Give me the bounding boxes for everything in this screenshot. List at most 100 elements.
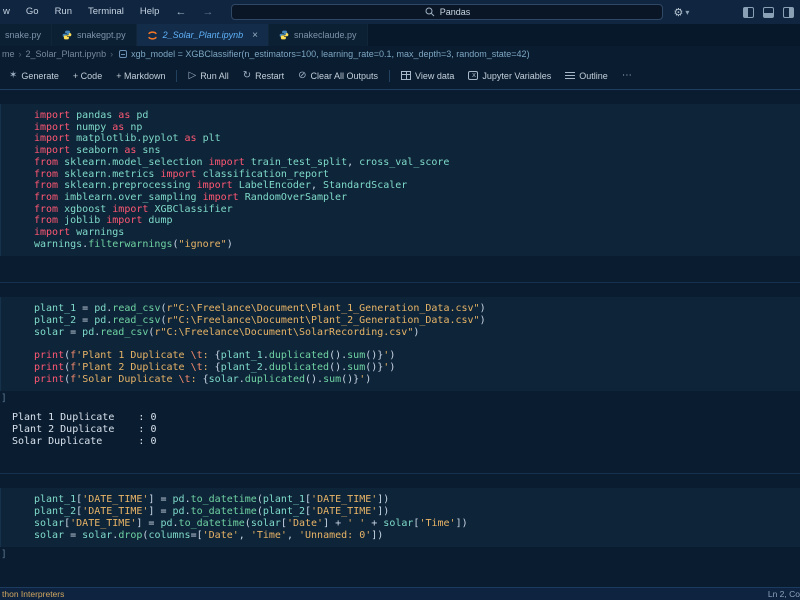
view-data-label: View data	[415, 71, 454, 81]
output-line: Solar Duplicate : 0	[12, 436, 792, 448]
sparkle-icon: ✶	[9, 71, 17, 81]
code-line: import seaborn as sns	[34, 145, 792, 157]
add-code-cell-button[interactable]: + Code	[66, 71, 109, 81]
breadcrumb-symbol[interactable]: xgb_model = XGBClassifier(n_estimators=1…	[131, 49, 529, 59]
code-line: from joblib import dump	[34, 215, 792, 227]
breadcrumb: me › 2_Solar_Plant.ipynb › xgb_model = X…	[0, 46, 800, 62]
forward-button[interactable]: →	[194, 6, 221, 18]
code-line: plant_1['DATE_TIME'] = pd.to_datetime(pl…	[34, 494, 792, 506]
code-line: import matplotlib.pyplot as plt	[34, 133, 792, 145]
jupyter-variables-label: Jupyter Variables	[482, 71, 551, 81]
jupyter-variables-button[interactable]: Jupyter Variables	[461, 71, 558, 81]
code-line: from sklearn.model_selection import trai…	[34, 157, 792, 169]
tab-label: snakeclaude.py	[294, 30, 357, 40]
notebook-icon	[147, 30, 158, 41]
view-data-button[interactable]: View data	[394, 71, 461, 81]
symbol-variable-icon	[119, 50, 127, 58]
code-line: from xgboost import XGBClassifier	[34, 204, 792, 216]
toggle-panel-icon[interactable]	[763, 7, 774, 18]
code-line: solar['DATE_TIME'] = pd.to_datetime(sola…	[34, 518, 792, 530]
title-bar: w Go Run Terminal Help ← → Pandas ⚙ ▾	[0, 0, 800, 24]
search-value: Pandas	[440, 7, 471, 17]
search-icon	[425, 7, 435, 17]
code-line: plant_2['DATE_TIME'] = pd.to_datetime(pl…	[34, 506, 792, 518]
settings-button[interactable]: ⚙ ▾	[673, 6, 689, 19]
code-line: from imblearn.over_sampling import Rando…	[34, 192, 792, 204]
clear-all-outputs-button[interactable]: ⊘ Clear All Outputs	[291, 71, 385, 81]
code-line: from sklearn.preprocessing import LabelE…	[34, 180, 792, 192]
restart-icon: ↻	[243, 71, 251, 81]
code-line: solar = solar.drop(columns=['Date', 'Tim…	[34, 530, 792, 542]
more-actions-button[interactable]: ⋯	[615, 71, 639, 81]
code-line: plant_1 = pd.read_csv(r"C:\Freelance\Doc…	[34, 303, 792, 315]
outline-label: Outline	[579, 71, 608, 81]
tab-label: snakegpt.py	[77, 30, 126, 40]
toolbar-divider	[389, 70, 390, 82]
tab-label: 2_Solar_Plant.ipynb	[163, 30, 244, 40]
menu-view[interactable]: w	[0, 0, 18, 24]
execution-count-bracket: ]	[0, 549, 800, 560]
titlebar-actions: ⚙ ▾	[673, 6, 794, 19]
notebook-code-cell[interactable]: import pandas as pdimport numpy as npimp…	[0, 104, 800, 256]
cursor-position-status[interactable]: Ln 2, Co	[768, 589, 800, 599]
generate-button[interactable]: ✶ Generate	[2, 71, 66, 81]
code-line: import pandas as pd	[34, 110, 792, 122]
tab-snakegpt-py[interactable]: snakegpt.py	[52, 24, 137, 46]
python-interpreters-status[interactable]: thon Interpreters	[2, 589, 64, 599]
add-code-label: + Code	[73, 71, 102, 81]
menu-bar: w Go Run Terminal Help	[0, 0, 167, 24]
execution-count-bracket: ]	[0, 393, 800, 404]
code-line: print(f'Plant 2 Duplicate \t: {plant_2.d…	[34, 362, 792, 374]
tab-label: snake.py	[5, 30, 41, 40]
cell-output[interactable]: Plant 1 Duplicate : 0Plant 2 Duplicate :…	[0, 404, 800, 447]
menu-run[interactable]: Run	[47, 0, 80, 24]
output-line: Plant 2 Duplicate : 0	[12, 424, 792, 436]
outline-icon	[565, 71, 575, 80]
notebook-editor[interactable]: import pandas as pdimport numpy as npimp…	[0, 90, 800, 587]
tab-2-solar-plant-ipynb[interactable]: 2_Solar_Plant.ipynb ×	[137, 24, 269, 46]
chevron-right-icon: ›	[15, 49, 26, 59]
chevron-down-icon: ▾	[685, 8, 689, 17]
close-tab-icon[interactable]: ×	[252, 30, 258, 41]
notebook-code-cell[interactable]: plant_1 = pd.read_csv(r"C:\Freelance\Doc…	[0, 297, 800, 391]
cell-divider	[0, 282, 800, 283]
gear-icon: ⚙	[673, 6, 683, 19]
code-line: import numpy as np	[34, 122, 792, 134]
python-icon	[62, 30, 72, 40]
back-button[interactable]: ←	[167, 6, 194, 18]
code-line: warnings.filterwarnings("ignore")	[34, 239, 792, 251]
add-markdown-cell-button[interactable]: + Markdown	[109, 71, 172, 81]
breadcrumb-file[interactable]: 2_Solar_Plant.ipynb	[26, 49, 107, 59]
tab-snake-py[interactable]: snake.py	[0, 24, 52, 46]
code-line: solar = pd.read_csv(r"C:\Freelance\Docum…	[34, 327, 792, 339]
table-icon	[401, 71, 411, 80]
chevron-right-icon: ›	[106, 49, 117, 59]
variables-icon	[468, 71, 478, 80]
notebook-code-cell[interactable]: plant_1['DATE_TIME'] = pd.to_datetime(pl…	[0, 488, 800, 547]
command-center-search[interactable]: Pandas	[231, 4, 663, 20]
menu-terminal[interactable]: Terminal	[80, 0, 132, 24]
vscode-window: w Go Run Terminal Help ← → Pandas ⚙ ▾ sn…	[0, 0, 800, 600]
more-actions-icon: ⋯	[622, 71, 632, 81]
outline-button[interactable]: Outline	[558, 71, 615, 81]
tab-snakeclaude-py[interactable]: snakeclaude.py	[269, 24, 368, 46]
run-all-button[interactable]: ▷ Run All	[181, 71, 235, 81]
python-icon	[279, 30, 289, 40]
code-line: import warnings	[34, 227, 792, 239]
code-line: print(f'Solar Duplicate \t: {solar.dupli…	[34, 374, 792, 386]
toggle-sidebar-icon[interactable]	[743, 7, 754, 18]
menu-go[interactable]: Go	[18, 0, 47, 24]
breadcrumb-folder[interactable]: me	[2, 49, 15, 59]
menu-help[interactable]: Help	[132, 0, 168, 24]
code-line: from sklearn.metrics import classificati…	[34, 169, 792, 181]
toggle-secondary-sidebar-icon[interactable]	[783, 7, 794, 18]
code-line: plant_2 = pd.read_csv(r"C:\Freelance\Doc…	[34, 315, 792, 327]
run-all-label: Run All	[200, 71, 229, 81]
code-line: print(f'Plant 1 Duplicate \t: {plant_1.d…	[34, 350, 792, 362]
restart-label: Restart	[255, 71, 284, 81]
clear-outputs-label: Clear All Outputs	[311, 71, 379, 81]
editor-tab-bar: snake.py snakegpt.py 2_Solar_Plant.ipynb…	[0, 24, 800, 46]
restart-button[interactable]: ↻ Restart	[236, 71, 291, 81]
code-line	[34, 339, 792, 351]
toolbar-divider	[176, 70, 177, 82]
